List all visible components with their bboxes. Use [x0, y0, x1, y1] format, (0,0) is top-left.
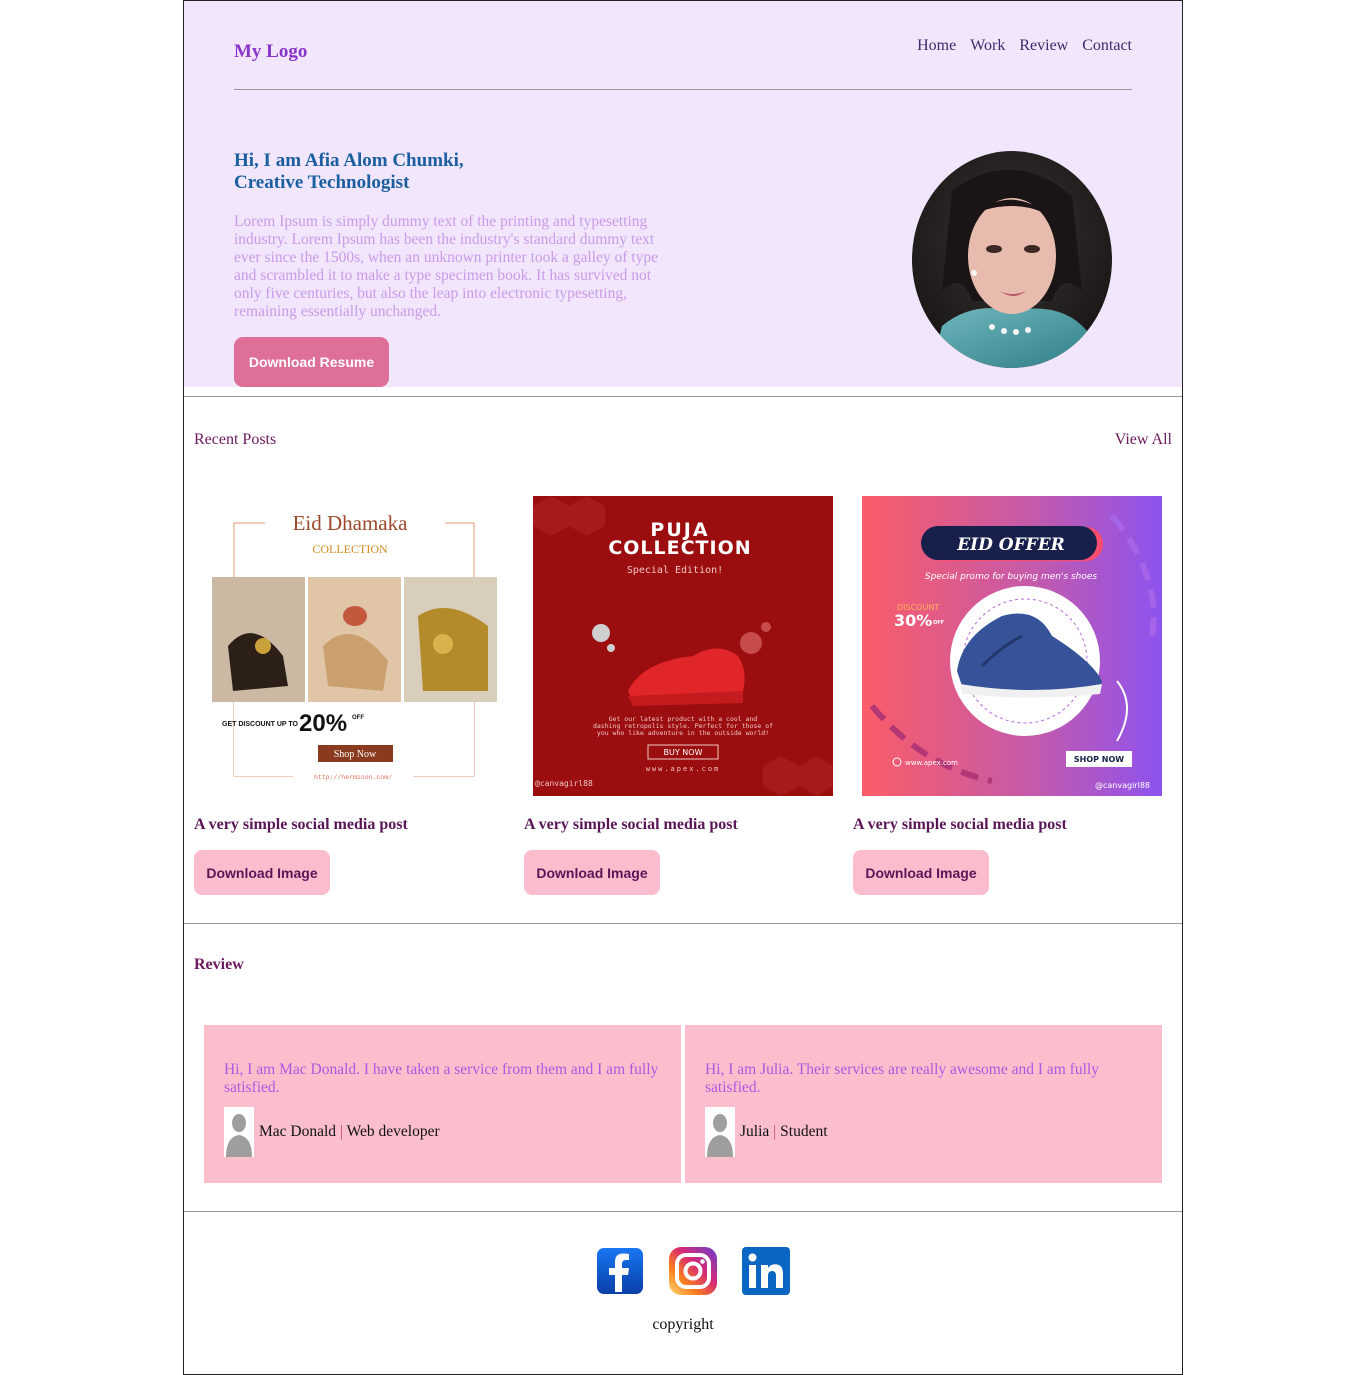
banner-url: www.apex.com [646, 765, 721, 773]
page: My Logo Home Work Review Contact Hi, I a… [183, 0, 1183, 1375]
download-image-button[interactable]: Download Image [194, 850, 330, 895]
hero-description: Lorem Ipsum is simply dummy text of the … [234, 213, 658, 320]
nav-review[interactable]: Review [1019, 37, 1068, 55]
banner-heading-2: COLLECTION [608, 537, 751, 559]
nav-home[interactable]: Home [917, 37, 956, 55]
post-image: Eid Dhamaka COLLECTION GET DISCOUNT UP T… [203, 496, 503, 796]
reviewer-role: Student [780, 1123, 828, 1140]
main-nav: Home Work Review Contact [917, 37, 1132, 55]
social-links [595, 1246, 791, 1296]
review-author: Julia | Student [705, 1107, 1142, 1157]
review-card: Hi, I am Mac Donald. I have taken a serv… [204, 1025, 681, 1183]
banner-sub: COLLECTION [312, 542, 388, 556]
post-card: Eid Dhamaka COLLECTION GET DISCOUNT UP T… [194, 496, 503, 895]
hero-title-line1: Hi, I am Afia Alom Chumki, [234, 150, 464, 171]
banner-sub: Special Edition! [627, 565, 723, 576]
post-caption: A very simple social media post [524, 816, 738, 833]
banner-url: www.apex.com [905, 759, 958, 767]
banner-shop-now: Shop Now [334, 749, 377, 760]
section-divider [184, 1211, 1182, 1212]
banner-discount-suffix: OFF [933, 620, 944, 626]
view-all-link[interactable]: View All [1115, 431, 1172, 449]
banner-body-3: you who like adventure in the outside wo… [597, 729, 769, 737]
eid-offer-banner: EID OFFER Special promo for buying men's… [862, 496, 1162, 796]
banner-discount: 20% [299, 710, 347, 737]
download-image-button[interactable]: Download Image [524, 850, 660, 895]
section-divider [184, 396, 1182, 397]
hero-title-line2: Creative Technologist [234, 172, 410, 193]
banner-handle: @canvagirl88 [1095, 781, 1150, 790]
copyright-text: copyright [652, 1316, 714, 1333]
nav-work[interactable]: Work [970, 37, 1005, 55]
facebook-icon[interactable] [595, 1246, 645, 1296]
banner-discount: 30% [894, 611, 932, 630]
reviewer-info: Julia | Student [740, 1123, 828, 1141]
reviewer-info: Mac Donald | Web developer [259, 1123, 440, 1141]
banner-buy-now: BUY NOW [664, 748, 703, 757]
post-caption: A very simple social media post [853, 816, 1067, 833]
review-text: Hi, I am Julia. Their services are reall… [705, 1061, 1099, 1096]
profile-photo-image [912, 151, 1112, 368]
review-text: Hi, I am Mac Donald. I have taken a serv… [224, 1061, 659, 1096]
puja-collection-banner: PUJA COLLECTION Special Edition! Get our… [533, 496, 833, 796]
user-avatar-icon [705, 1107, 735, 1157]
download-image-button[interactable]: Download Image [853, 850, 989, 895]
reviewer-role: Web developer [346, 1123, 440, 1140]
post-image: PUJA COLLECTION Special Edition! Get our… [533, 496, 833, 796]
post-caption: A very simple social media post [194, 816, 408, 833]
hero-title: Hi, I am Afia Alom Chumki, Creative Tech… [234, 150, 654, 194]
user-avatar-icon [224, 1107, 254, 1157]
download-resume-button[interactable]: Download Resume [234, 337, 389, 387]
post-image: EID OFFER Special promo for buying men's… [862, 496, 1162, 796]
section-divider [184, 923, 1182, 924]
instagram-icon[interactable] [668, 1246, 718, 1296]
banner-heading: EID OFFER [956, 535, 1065, 555]
reviewer-name: Julia [740, 1123, 770, 1140]
post-card: PUJA COLLECTION Special Edition! Get our… [524, 496, 833, 895]
reviewer-name: Mac Donald [259, 1123, 337, 1140]
nav-divider [234, 89, 1132, 90]
linkedin-icon[interactable] [741, 1246, 791, 1296]
review-title: Review [194, 956, 244, 973]
logo[interactable]: My Logo [234, 41, 307, 63]
eid-dhamaka-banner: Eid Dhamaka COLLECTION GET DISCOUNT UP T… [203, 496, 503, 796]
review-card: Hi, I am Julia. Their services are reall… [685, 1025, 1162, 1183]
banner-heading: Eid Dhamaka [293, 511, 409, 535]
post-card: EID OFFER Special promo for buying men's… [853, 496, 1162, 895]
recent-posts-title: Recent Posts [194, 431, 277, 448]
reviewer-separator: | [773, 1123, 777, 1140]
banner-handle: @canvagirl88 [535, 779, 593, 788]
hero-section: My Logo Home Work Review Contact Hi, I a… [184, 1, 1182, 387]
banner-url: http://hermison.com/ [314, 774, 392, 781]
review-author: Mac Donald | Web developer [224, 1107, 661, 1157]
reviewer-separator: | [339, 1123, 344, 1140]
banner-discount-prefix: GET DISCOUNT UP TO [222, 721, 299, 728]
profile-photo [912, 151, 1112, 368]
banner-discount-suffix: OFF [352, 715, 364, 721]
nav-contact[interactable]: Contact [1082, 37, 1132, 55]
banner-sub: Special promo for buying men's shoes [925, 572, 1098, 582]
banner-shop-now: SHOP NOW [1074, 755, 1124, 764]
